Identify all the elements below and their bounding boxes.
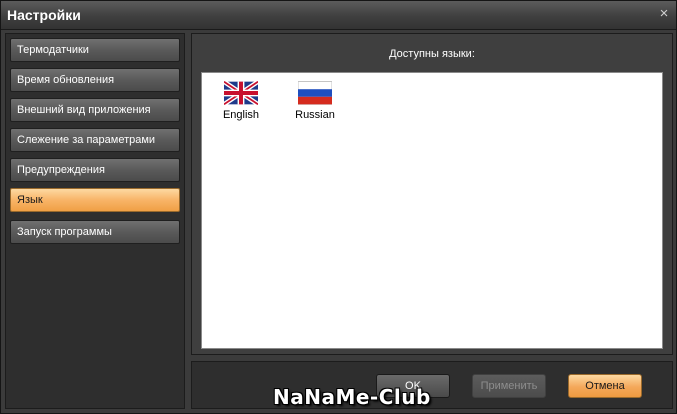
sidebar-item-appearance[interactable]: Внешний вид приложения	[10, 98, 180, 122]
russia-flag-icon	[298, 81, 332, 105]
sidebar-item-warnings[interactable]: Предупреждения	[10, 158, 180, 182]
settings-sidebar: Термодатчики Время обновления Внешний ви…	[5, 33, 185, 409]
language-panel: Доступны языки: English Russian	[191, 33, 673, 355]
language-item-english[interactable]: English	[208, 81, 274, 131]
window-title: Настройки	[7, 7, 81, 23]
uk-flag-icon	[224, 81, 258, 105]
button-bar: OK Применить Отмена	[191, 361, 673, 409]
language-list: English Russian	[201, 72, 663, 349]
sidebar-item-parameter-tracking[interactable]: Слежение за параметрами	[10, 128, 180, 152]
language-label-english: English	[222, 109, 260, 121]
sidebar-item-language[interactable]: Язык	[10, 188, 180, 212]
languages-header: Доступны языки:	[389, 48, 475, 60]
watermark-text: NaNaMe-Club	[273, 385, 431, 409]
cancel-button[interactable]: Отмена	[568, 374, 642, 398]
apply-button: Применить	[472, 374, 546, 398]
sidebar-item-thermosensors[interactable]: Термодатчики	[10, 38, 180, 62]
settings-window: Настройки × Термодатчики Время обновлени…	[0, 0, 677, 414]
sidebar-item-program-startup[interactable]: Запуск программы	[10, 220, 180, 244]
title-bar[interactable]: Настройки ×	[1, 1, 676, 30]
sidebar-item-update-time[interactable]: Время обновления	[10, 68, 180, 92]
close-icon[interactable]: ×	[656, 5, 672, 23]
language-item-russian[interactable]: Russian	[282, 81, 348, 131]
language-label-russian: Russian	[295, 109, 335, 121]
